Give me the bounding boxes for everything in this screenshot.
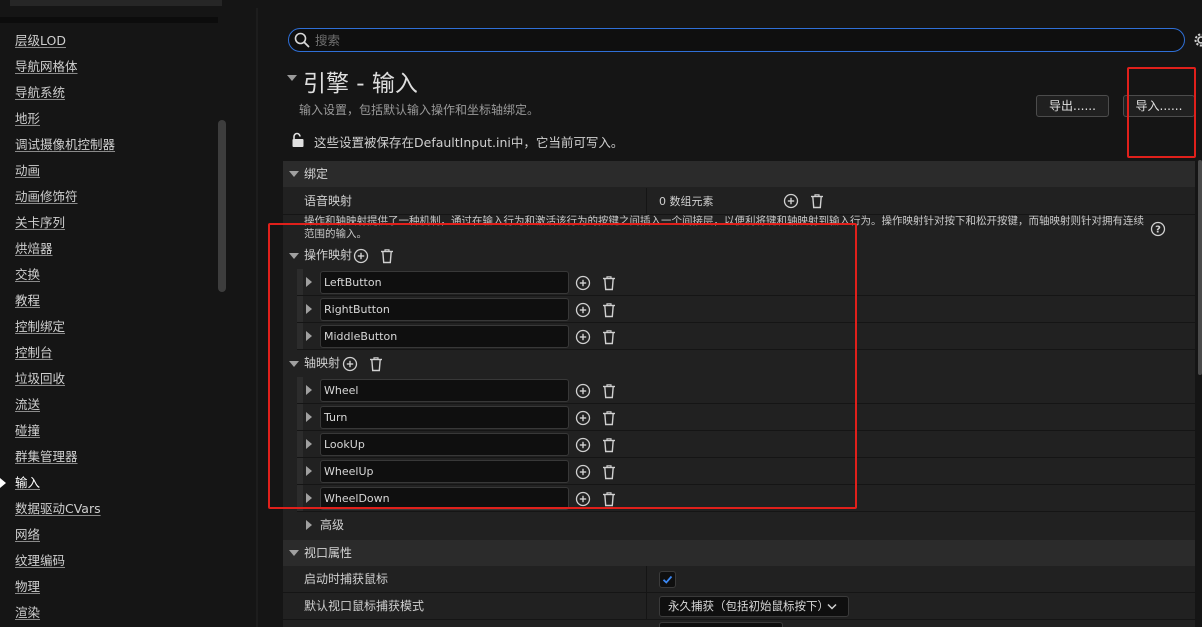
chevron-down-icon [827, 603, 837, 610]
next-property-field[interactable] [659, 622, 783, 627]
sidebar-item[interactable]: 纹理编码 [0, 548, 218, 574]
sidebar-item-label: 层级LOD [15, 33, 66, 48]
sidebar-item-label: 网络 [15, 527, 41, 542]
sidebar-item[interactable]: 控制台 [0, 340, 218, 366]
page-description: 输入设置，包括默认输入操作和坐标轴绑定。 [299, 103, 540, 117]
sidebar-item[interactable]: 教程 [0, 288, 218, 314]
sidebar-item[interactable]: 群集管理器 [0, 444, 218, 470]
capture-mouse-row: 启动时捕获鼠标 [283, 566, 1195, 593]
sidebar-item[interactable]: 动画 [0, 158, 218, 184]
property-label: 语音映射 [304, 194, 353, 208]
sidebar-search-box[interactable] [10, 0, 222, 6]
sidebar-item-label: 动画修饰符 [15, 189, 78, 204]
capture-mouse-checkbox[interactable] [659, 571, 676, 588]
sidebar-item[interactable]: 导航网格体 [0, 54, 218, 80]
property-label: 启动时捕获鼠标 [304, 572, 389, 586]
sidebar-item[interactable]: 物理 [0, 574, 218, 600]
sidebar-item-label: 导航网格体 [15, 59, 78, 74]
sidebar-item-label: 交换 [15, 267, 41, 282]
sidebar-item-label: 垃圾回收 [15, 371, 66, 386]
collapse-arrow-icon [289, 550, 299, 556]
column-divider [646, 566, 647, 593]
sidebar-item[interactable]: 渲染 [0, 600, 218, 626]
sidebar-item-label: 教程 [15, 293, 41, 308]
export-button[interactable]: 导出...... [1036, 95, 1109, 117]
sidebar-item-label: 动画 [15, 163, 41, 178]
sidebar-list: 层级LOD 导航网格体导航系统地形调试摄像机控制器 动画动画修饰符关卡序列烘焙器交换… [0, 28, 218, 626]
expand-arrow-icon [306, 520, 312, 530]
sidebar-item[interactable]: 烘焙器 [0, 236, 218, 262]
sidebar-item[interactable]: 数据驱动CVars [0, 496, 218, 522]
sidebar-item-label: 关卡序列 [15, 215, 66, 230]
array-count: 0 数组元素 [659, 195, 714, 208]
category-label: 视口属性 [304, 546, 353, 560]
sidebar-item[interactable]: 网络 [0, 522, 218, 548]
advanced-row[interactable]: 高级 [297, 512, 1195, 539]
sidebar-item[interactable]: 地形 [0, 106, 218, 132]
sidebar-item-label: 地形 [15, 111, 41, 126]
advanced-label: 高级 [320, 518, 345, 532]
sidebar-item-label: 群集管理器 [15, 449, 78, 464]
highlight-import-box [1127, 67, 1196, 158]
checkmark-icon [662, 575, 673, 584]
highlight-mappings-box [268, 223, 857, 509]
search-icon [294, 32, 310, 48]
sidebar-item[interactable]: 导航系统 [0, 80, 218, 106]
trash-icon[interactable] [809, 193, 825, 209]
lock-icon [292, 132, 304, 147]
sidebar-item-label: 碰撞 [15, 423, 41, 438]
column-divider [646, 593, 647, 620]
column-divider [646, 188, 647, 215]
property-label: 默认视口鼠标捕获模式 [304, 599, 425, 613]
details-scrollbar[interactable] [1198, 160, 1202, 375]
panel-splitter[interactable] [256, 8, 258, 627]
search-bar[interactable] [288, 28, 1185, 52]
sidebar-item[interactable]: 关卡序列 [0, 210, 218, 236]
sidebar-item-label: 导航系统 [15, 85, 66, 100]
collapse-arrow-icon [289, 171, 299, 177]
sidebar-item-label: 物理 [15, 579, 41, 594]
sidebar-item-label: 流送 [15, 397, 41, 412]
category-viewport-properties[interactable]: 视口属性 [283, 540, 1195, 566]
sidebar-item[interactable]: 动画修饰符 [0, 184, 218, 210]
sidebar-item-label: 控制绑定 [15, 319, 66, 334]
sidebar-item-label: 渲染 [15, 605, 41, 620]
config-save-note: 这些设置被保存在DefaultInput.ini中，它当前可写入。 [314, 135, 624, 150]
settings-sidebar: 层级LOD 导航网格体导航系统地形调试摄像机控制器 动画动画修饰符关卡序列烘焙器交换… [0, 0, 232, 627]
sidebar-item[interactable]: 控制绑定 [0, 314, 218, 340]
sidebar-item[interactable]: 交换 [0, 262, 218, 288]
add-icon[interactable] [783, 193, 799, 209]
sidebar-item[interactable]: 碰撞 [0, 418, 218, 444]
sidebar-item[interactable]: 调试摄像机控制器 [0, 132, 218, 158]
category-bindings[interactable]: 绑定 [283, 161, 1195, 187]
capture-mode-dropdown[interactable]: 永久捕获（包括初始鼠标按下） [659, 596, 849, 617]
search-input[interactable] [315, 30, 1155, 50]
capture-mode-value: 永久捕获（包括初始鼠标按下） [668, 599, 829, 613]
sidebar-item-label: 纹理编码 [15, 553, 66, 568]
sidebar-item[interactable]: 流送 [0, 392, 218, 418]
sidebar-item-label: 数据驱动CVars [15, 501, 101, 516]
sidebar-item-label: 烘焙器 [15, 241, 53, 256]
sidebar-item-label: 控制台 [15, 345, 53, 360]
sidebar-item-label: 调试摄像机控制器 [15, 137, 116, 152]
sidebar-item[interactable]: 垃圾回收 [0, 366, 218, 392]
selected-arrow-icon [0, 478, 6, 488]
sidebar-item[interactable]: 输入 [0, 470, 218, 496]
svg-text:?: ? [1155, 225, 1161, 236]
sidebar-item[interactable]: 层级LOD [0, 28, 218, 54]
collapse-arrow-icon[interactable] [287, 75, 297, 81]
gear-icon[interactable] [1192, 31, 1202, 49]
sidebar-scrollbar[interactable] [218, 120, 226, 292]
page-title: 引擎 - 输入 [303, 71, 418, 97]
speech-mappings-row: 语音映射 0 数组元素 [283, 188, 1195, 215]
help-icon[interactable]: ? [1150, 221, 1166, 237]
sidebar-divider [0, 17, 218, 23]
sidebar-item-label: 输入 [15, 475, 41, 490]
category-label: 绑定 [304, 167, 329, 181]
